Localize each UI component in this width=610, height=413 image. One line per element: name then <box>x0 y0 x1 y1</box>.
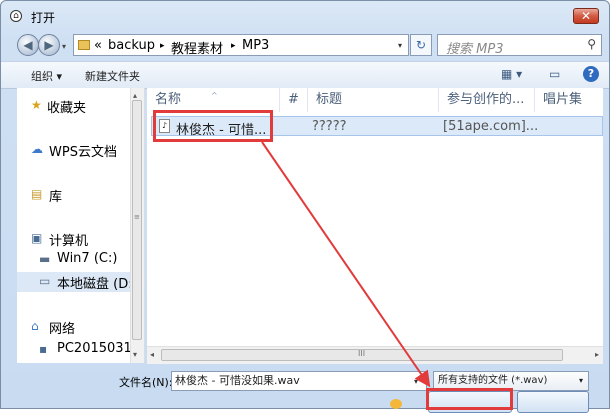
title-bar: ⌂ 打开 ✕ <box>1 1 609 29</box>
sort-ascending-icon: ^ <box>211 91 218 100</box>
drive-icon: ▬ <box>39 252 51 266</box>
breadcrumb-overflow[interactable]: « <box>94 38 102 53</box>
scroll-right-icon[interactable]: ▸ <box>595 350 599 359</box>
search-input[interactable]: 搜索 MP3 ⚲ <box>437 34 602 57</box>
sidebar-item-label: PC20150315 <box>57 341 141 356</box>
star-icon: ★ <box>31 98 42 112</box>
window-title: 打开 <box>31 11 56 25</box>
view-options-icon[interactable]: ▦ ▾ <box>501 67 522 81</box>
back-button[interactable]: ◀ <box>17 34 39 56</box>
sidebar-item-label: 网络 <box>49 322 76 337</box>
preview-pane-icon[interactable]: ▭ <box>549 67 560 81</box>
sidebar-item-wps-cloud[interactable]: ☁ WPS云文档 <box>17 140 144 160</box>
file-list: ^ 名称 # 标题 参与创作的... 唱片集 ♪ 林俊杰 - 可惜... ???… <box>147 88 603 363</box>
library-icon: ▤ <box>31 187 43 201</box>
breadcrumb-backup[interactable]: backup <box>108 38 155 53</box>
breadcrumb-separator[interactable]: ▸ <box>231 41 236 51</box>
nav-pane-scrollbar[interactable]: ▴ ≡ ▾ <box>130 88 144 363</box>
breadcrumb-mp3[interactable]: MP3 <box>242 38 269 53</box>
scroll-left-icon[interactable]: ◂ <box>150 350 154 359</box>
filename-dropdown-icon[interactable]: ▾ <box>414 377 418 386</box>
file-title: ????? <box>312 119 347 134</box>
sidebar-item-favorites[interactable]: ★ 收藏夹 <box>17 96 144 116</box>
command-bar: 组织 ▾ 新建文件夹 ▦ ▾ ▭ ? <box>1 61 609 89</box>
sidebar-item-drive-d[interactable]: ▭ 本地磁盘 (D: <box>17 272 144 292</box>
sidebar-item-library[interactable]: ▤ 库 <box>17 185 144 205</box>
file-list-scrollbar[interactable]: ◂ III ▸ <box>147 346 603 364</box>
open-button[interactable] <box>428 391 512 413</box>
column-header-artist[interactable]: 参与创作的... <box>439 88 535 112</box>
sidebar-item-label: 收藏夹 <box>47 101 87 116</box>
cloud-icon: ☁ <box>31 142 43 156</box>
scroll-up-icon[interactable]: ▴ <box>133 91 137 100</box>
filename-label: 文件名(N): <box>119 376 173 389</box>
help-icon[interactable]: ? <box>583 66 599 82</box>
organize-button[interactable]: 组织 ▾ <box>31 68 62 84</box>
sidebar-item-network[interactable]: ⌂ 网络 <box>17 317 144 337</box>
chevron-down-icon: ▾ <box>578 376 583 385</box>
grip-icon: III <box>358 349 366 358</box>
sidebar-item-label: Win7 (C:) <box>57 251 118 266</box>
dialog-footer: 文件名(N): 林俊杰 - 可惜没如果.wav ▾ 所有支持的文件 (*.wav… <box>1 363 609 413</box>
network-icon: ⌂ <box>31 319 39 333</box>
sidebar-item-computer[interactable]: ▣ 计算机 <box>17 229 144 249</box>
search-placeholder: 搜索 MP3 <box>446 42 504 57</box>
breadcrumb-materials[interactable]: 教程素材 <box>171 38 223 57</box>
filename-field[interactable]: 林俊杰 - 可惜没如果.wav <box>171 371 427 391</box>
scrollbar-thumb[interactable]: III <box>161 349 563 361</box>
column-header-title[interactable]: 标题 <box>308 88 439 112</box>
sidebar-item-label: 本地磁盘 (D: <box>57 277 133 292</box>
close-button[interactable]: ✕ <box>573 8 599 24</box>
sidebar-item-pc[interactable]: ▪ PC20150315 <box>17 340 144 360</box>
grip-icon: ≡ <box>134 213 140 221</box>
column-header-name[interactable]: ^ 名称 <box>147 88 280 112</box>
app-icon: ⌂ <box>10 10 22 22</box>
table-row[interactable]: ♪ 林俊杰 - 可惜... ????? [51ape.com]... <box>151 116 603 138</box>
search-icon[interactable]: ⚲ <box>587 37 596 51</box>
new-folder-button[interactable]: 新建文件夹 <box>85 68 140 84</box>
column-header-album[interactable]: 唱片集 <box>535 88 603 112</box>
file-artist: [51ape.com]... <box>443 119 539 134</box>
refresh-button[interactable]: ↻ <box>410 34 432 56</box>
computer-icon: ▣ <box>31 231 43 245</box>
sidebar-item-label: 计算机 <box>49 234 89 249</box>
scroll-down-icon[interactable]: ▾ <box>133 350 137 359</box>
recent-locations-icon[interactable]: ▾ <box>62 42 66 51</box>
sidebar-item-label: WPS云文档 <box>49 145 117 160</box>
column-label: 名称 <box>155 92 182 107</box>
folder-icon <box>78 40 90 50</box>
scrollbar-thumb[interactable]: ≡ <box>132 100 142 340</box>
navigation-row: ◀ ▶ ▾ « backup ▸ 教程素材 ▸ MP3 ▾ ↻ 搜索 MP3 ⚲ <box>1 31 609 59</box>
drive-icon: ▭ <box>39 274 51 288</box>
file-type-select[interactable]: 所有支持的文件 (*.wav) ▾ <box>433 371 589 391</box>
breadcrumb-separator[interactable]: ▸ <box>160 41 165 51</box>
column-header-number[interactable]: # <box>280 88 308 112</box>
navigation-pane: ★ 收藏夹 ☁ WPS云文档 ▤ 库 ▣ 计算机 ▬ Win7 (C:) ▭ 本… <box>17 88 145 363</box>
address-bar[interactable]: « backup ▸ 教程素材 ▸ MP3 ▾ <box>73 34 409 57</box>
sidebar-item-label: 库 <box>49 190 63 205</box>
audio-file-icon: ♪ <box>159 119 170 133</box>
sidebar-item-drive-c[interactable]: ▬ Win7 (C:) <box>17 250 144 270</box>
open-file-dialog: ⌂ 打开 ✕ ◀ ▶ ▾ « backup ▸ 教程素材 ▸ MP3 ▾ ↻ 搜… <box>0 0 610 413</box>
file-name: 林俊杰 - 可惜... <box>176 123 267 138</box>
forward-button[interactable]: ▶ <box>38 34 60 56</box>
pc-icon: ▪ <box>39 342 48 356</box>
cancel-button[interactable] <box>517 391 589 413</box>
address-dropdown-icon[interactable]: ▾ <box>398 41 402 50</box>
file-type-value: 所有支持的文件 (*.wav) <box>438 375 548 386</box>
